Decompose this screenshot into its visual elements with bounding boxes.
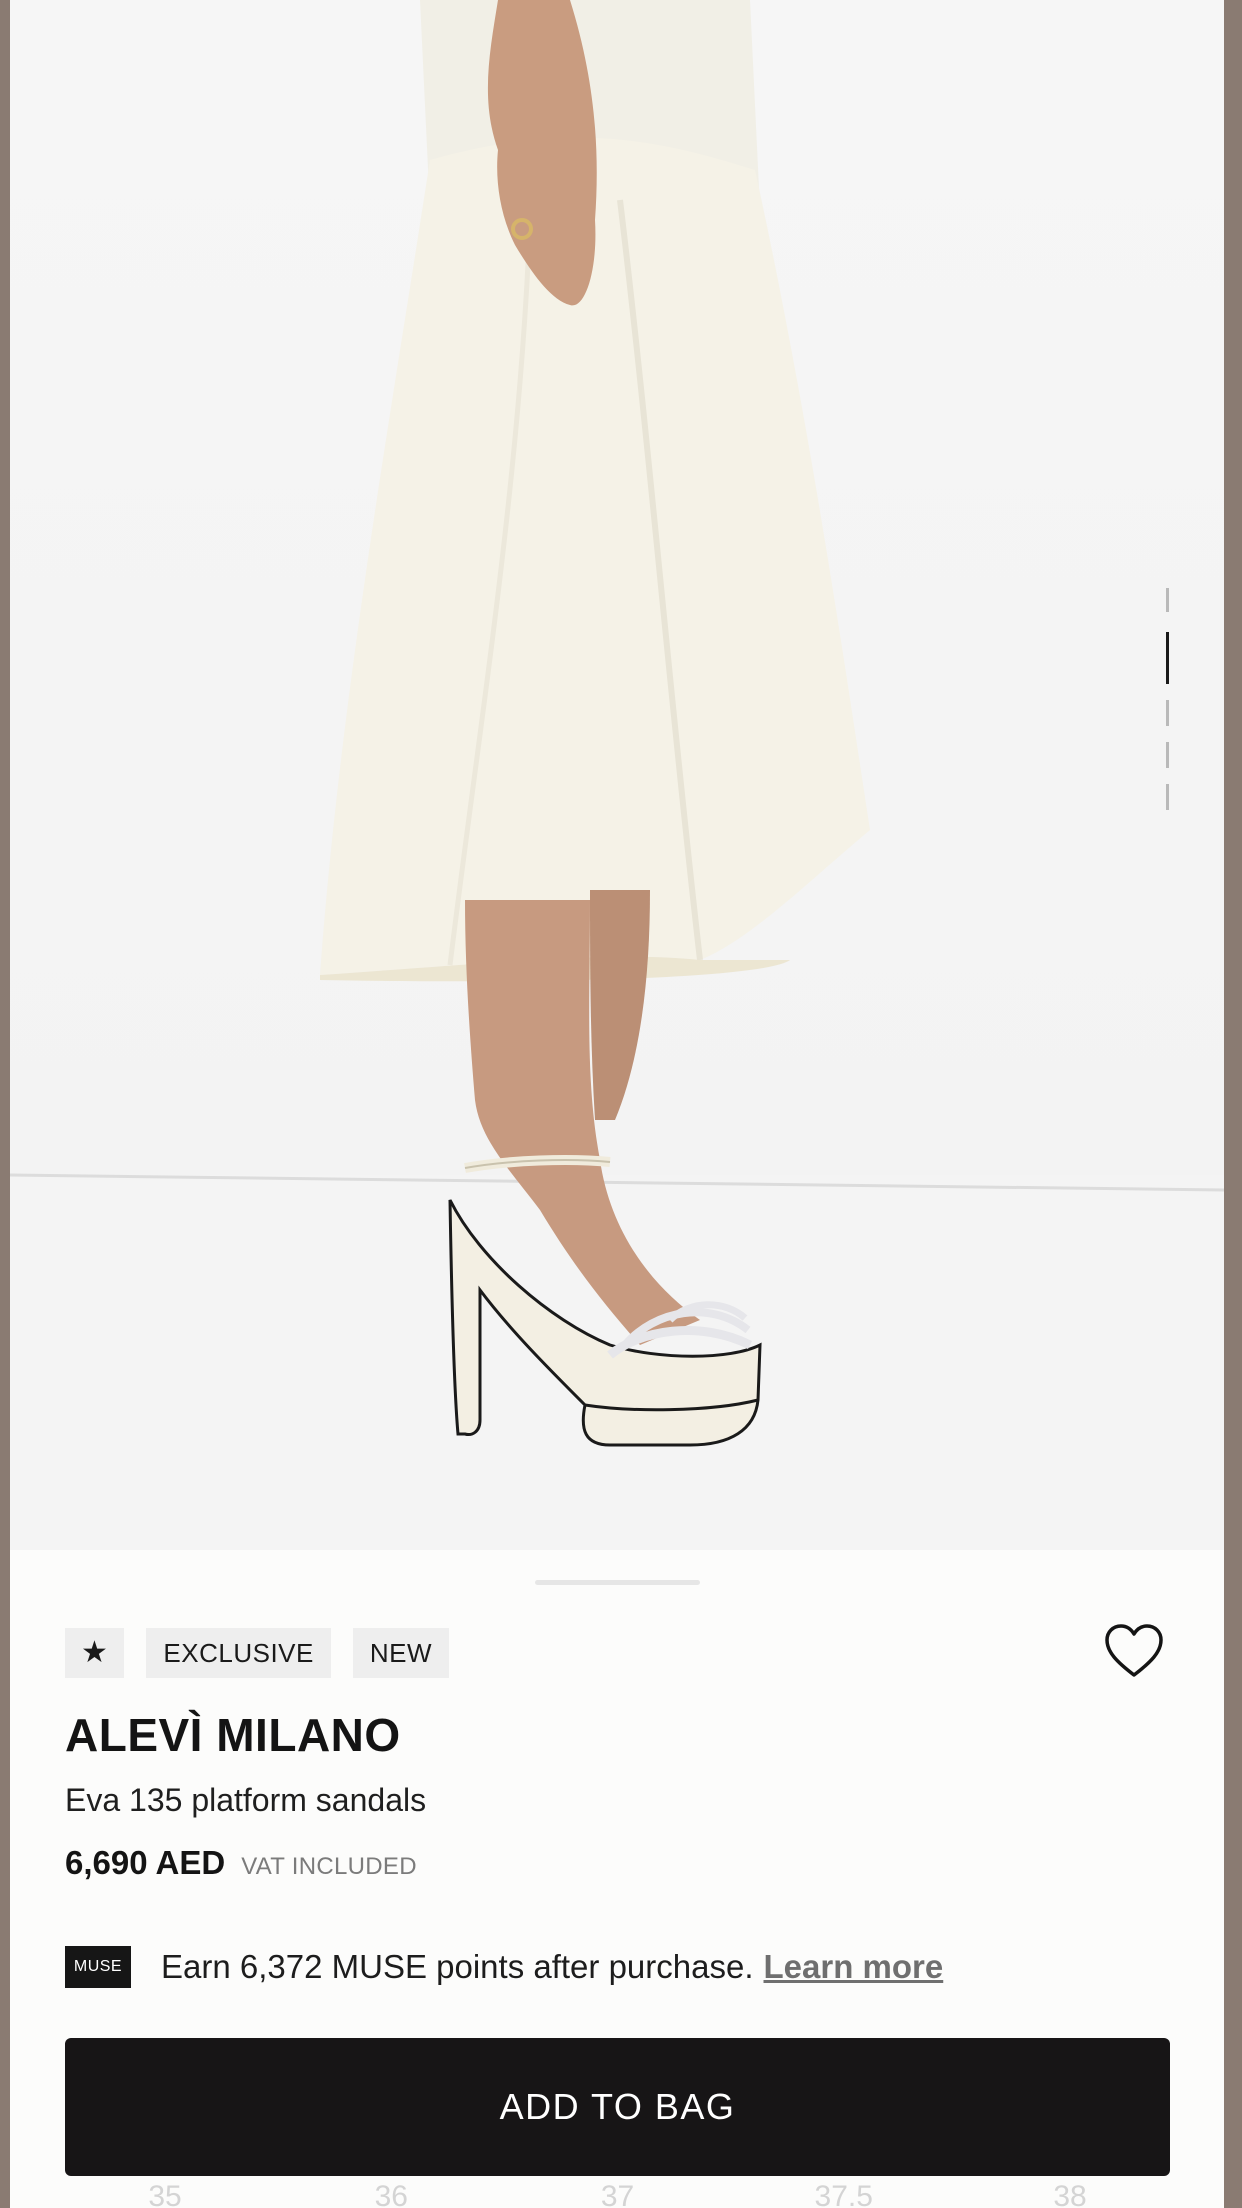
new-badge: NEW	[352, 1628, 450, 1678]
exclusive-badge: EXCLUSIVE	[146, 1628, 331, 1678]
heart-icon[interactable]	[1103, 1623, 1165, 1679]
product-price: 6,690 AED	[65, 1844, 226, 1881]
size-option[interactable]: 37	[518, 2180, 718, 2208]
pager-dot[interactable]	[1166, 700, 1169, 726]
size-option[interactable]: 38	[970, 2180, 1170, 2208]
muse-points-message: Earn 6,372 MUSE points after purchase.	[161, 1948, 754, 1985]
vat-note: VAT INCLUDED	[241, 1853, 417, 1880]
muse-points-text: Earn 6,372 MUSE points after purchase. Le…	[161, 1948, 943, 1986]
sheet-grabber[interactable]	[535, 1580, 700, 1585]
size-selector: 35 36 37 37.5 38	[65, 2180, 1170, 2208]
product-photo	[10, 0, 1224, 1550]
brand-name[interactable]: ALEVÌ MILANO	[65, 1708, 401, 1762]
product-image[interactable]	[10, 0, 1224, 1550]
size-option[interactable]: 35	[65, 2180, 265, 2208]
muse-logo-icon: MUSE	[65, 1946, 131, 1988]
badge-row: ★ EXCLUSIVE NEW	[65, 1628, 450, 1678]
add-to-bag-button[interactable]: ADD TO BAG	[65, 2038, 1170, 2176]
pager-dot[interactable]	[1166, 784, 1169, 810]
muse-points-row: MUSE Earn 6,372 MUSE points after purcha…	[65, 1946, 943, 1988]
gallery-pager[interactable]	[1166, 588, 1170, 818]
size-option[interactable]: 37.5	[744, 2180, 944, 2208]
product-name: Eva 135 platform sandals	[65, 1782, 427, 1818]
product-page: ★ EXCLUSIVE NEW ALEVÌ MILANO Eva 135 pla…	[10, 0, 1224, 2208]
price-row: 6,690 AED VAT INCLUDED	[65, 1844, 417, 1882]
star-badge: ★	[65, 1628, 125, 1678]
pager-dot-active[interactable]	[1166, 632, 1169, 684]
pager-dot[interactable]	[1166, 742, 1169, 768]
pager-dot[interactable]	[1166, 588, 1169, 612]
learn-more-link[interactable]: Learn more	[764, 1948, 944, 1985]
size-option[interactable]: 36	[291, 2180, 491, 2208]
product-details-sheet: ★ EXCLUSIVE NEW ALEVÌ MILANO Eva 135 pla…	[10, 1550, 1224, 2208]
